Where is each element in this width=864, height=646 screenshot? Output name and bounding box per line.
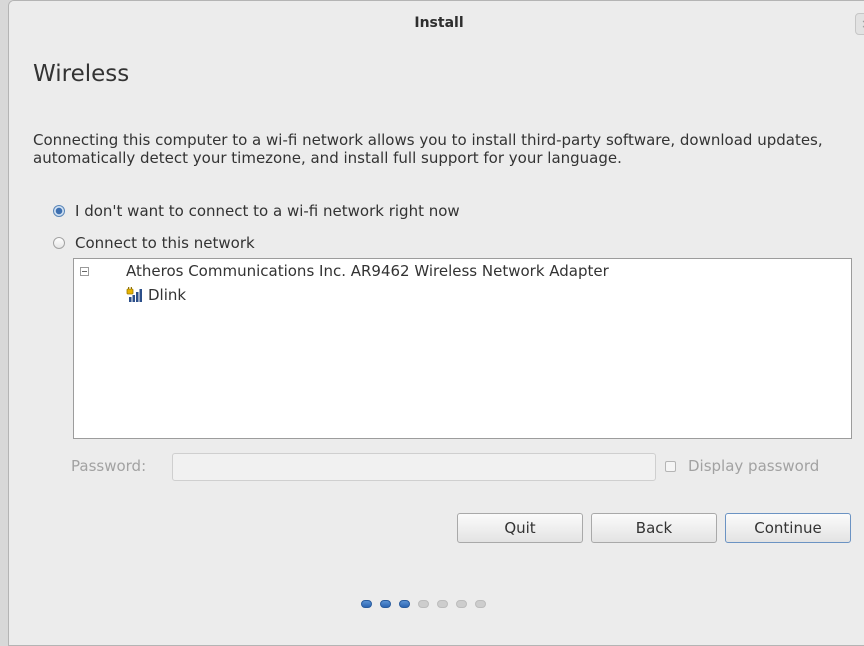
progress-dot [437, 600, 448, 608]
option-connect[interactable]: Connect to this network [53, 234, 255, 252]
adapter-name: Atheros Communications Inc. AR9462 Wirel… [126, 262, 609, 280]
option-no-connect[interactable]: I don't want to connect to a wi-fi netwo… [53, 202, 460, 220]
installer-window: Install × Wireless Connecting this compu… [8, 0, 864, 646]
password-label: Password: [71, 457, 147, 475]
display-password-checkbox[interactable] [665, 460, 676, 472]
progress-dot [456, 600, 467, 608]
collapse-icon[interactable] [80, 266, 89, 276]
radio-connect[interactable] [53, 237, 65, 249]
option-connect-label: Connect to this network [75, 234, 255, 252]
radio-no-connect[interactable] [53, 205, 65, 217]
option-no-connect-label: I don't want to connect to a wi-fi netwo… [75, 202, 460, 220]
title-bar[interactable]: Install × [9, 1, 864, 47]
window-title: Install [414, 15, 464, 31]
wifi-locked-icon [126, 287, 142, 302]
adapter-row[interactable]: Atheros Communications Inc. AR9462 Wirel… [80, 262, 609, 280]
continue-button[interactable]: Continue [725, 513, 851, 543]
progress-dot [361, 600, 372, 608]
progress-dot [475, 600, 486, 608]
step-progress [361, 600, 494, 608]
close-button[interactable]: × [855, 13, 864, 35]
back-button[interactable]: Back [591, 513, 717, 543]
progress-dot [418, 600, 429, 608]
display-password-toggle[interactable]: Display password [665, 457, 819, 475]
quit-button[interactable]: Quit [457, 513, 583, 543]
display-password-label: Display password [688, 457, 820, 475]
page-title: Wireless [33, 61, 130, 87]
network-name: Dlink [148, 286, 187, 304]
network-list[interactable]: Atheros Communications Inc. AR9462 Wirel… [73, 258, 852, 439]
progress-dot [399, 600, 410, 608]
password-input[interactable] [172, 453, 656, 481]
page-description: Connecting this computer to a wi-fi netw… [33, 131, 823, 167]
network-item[interactable]: Dlink [126, 286, 186, 304]
progress-dot [380, 600, 391, 608]
